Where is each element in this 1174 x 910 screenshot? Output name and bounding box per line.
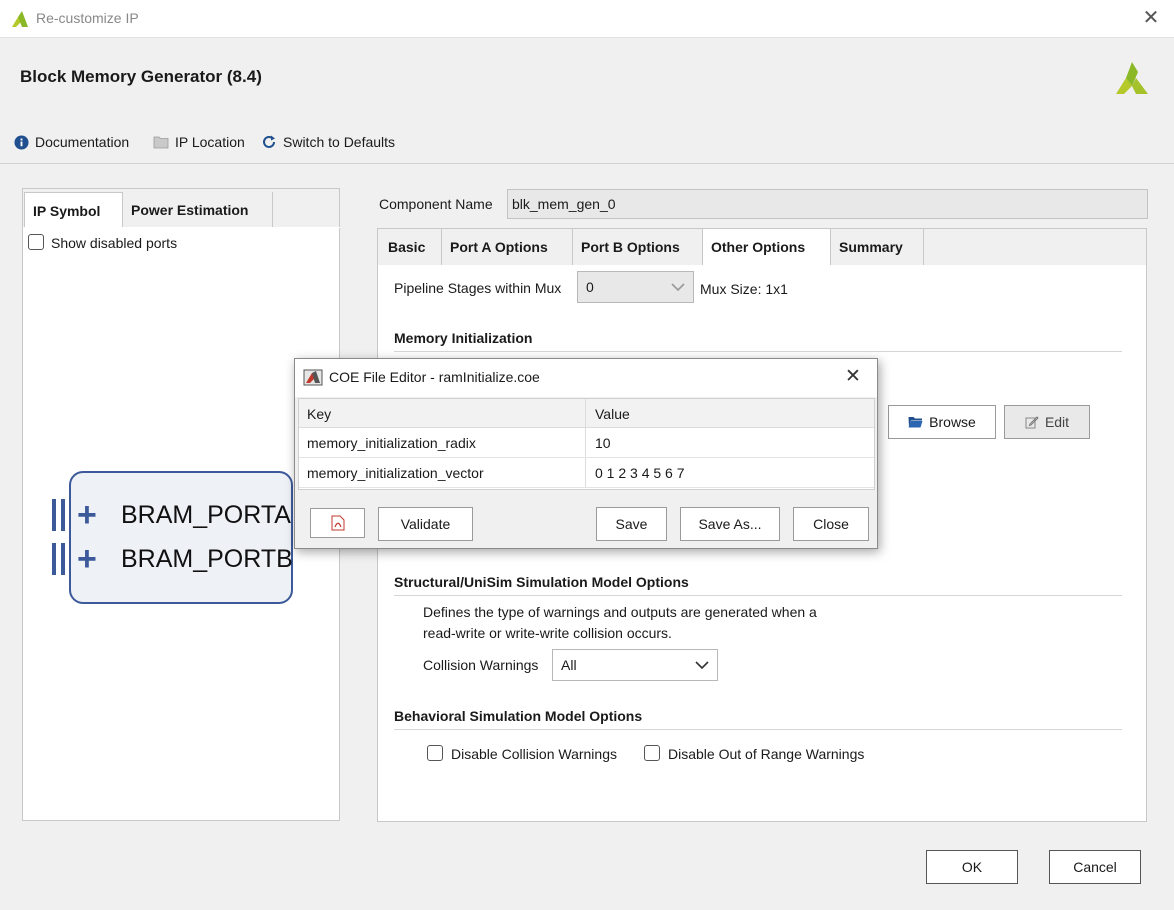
coe-dialog-title: COE File Editor - ramInitialize.coe [329,369,540,385]
coe-row-key: memory_initialization_radix [307,435,476,451]
tab-underline [24,227,340,228]
header-divider [0,163,1174,164]
coe-table-header [299,399,874,428]
documentation-label: Documentation [35,134,130,150]
structural-options-title: Structural/UniSim Simulation Model Optio… [394,574,689,590]
component-name-label: Component Name [379,196,493,212]
chevron-down-icon [695,661,709,669]
structural-desc-line2: read-write or write-write collision occu… [423,625,672,641]
save-as-button[interactable]: Save As... [680,507,780,541]
coe-header-key: Key [307,406,332,422]
pipeline-stages-select[interactable]: 0 [577,271,694,303]
port-a-bar-left [52,499,56,531]
pdf-help-button[interactable] [310,508,365,538]
disable-collision-warnings-checkbox[interactable] [427,745,443,761]
info-icon [14,134,29,150]
documentation-button[interactable]: Documentation [14,132,129,152]
tab-basic[interactable]: Basic [380,229,442,265]
show-disabled-ports-label: Show disabled ports [51,235,178,251]
structural-desc-line1: Defines the type of warnings and outputs… [423,604,817,620]
folder-icon [153,136,169,149]
component-name-input[interactable]: blk_mem_gen_0 [507,189,1148,219]
collision-warnings-select[interactable]: All [552,649,718,681]
close-button[interactable]: Close [793,507,869,541]
port-b-bar-left [52,543,56,575]
coe-row-value[interactable]: 10 [595,435,611,451]
window-titlebar: Re-customize IP ✕ [0,0,1174,38]
pipeline-stages-label: Pipeline Stages within Mux [394,280,562,296]
ok-button[interactable]: OK [926,850,1018,884]
coe-editor-app-icon [303,369,323,386]
tab-port-b-options[interactable]: Port B Options [573,229,703,265]
behavioral-options-rule [394,729,1122,730]
ip-location-button[interactable]: IP Location [153,132,245,152]
disable-collision-warnings-label: Disable Collision Warnings [451,746,617,762]
port-b-bar-right [61,543,65,575]
page-title: Block Memory Generator (8.4) [20,67,262,86]
refresh-icon [263,135,275,148]
disable-out-of-range-checkbox[interactable] [644,745,660,761]
edit-label: Edit [1044,414,1070,430]
switch-to-defaults-button[interactable]: Switch to Defaults [261,132,395,152]
disable-out-of-range-label: Disable Out of Range Warnings [668,746,865,762]
pipeline-stages-value: 0 [586,279,594,295]
port-a-expand-icon[interactable]: + [77,498,97,532]
ip-location-label: IP Location [175,134,245,150]
browse-button[interactable]: Browse [888,405,996,439]
tab-ip-symbol[interactable]: IP Symbol [24,192,123,228]
tab-summary[interactable]: Summary [830,229,924,265]
brand-logo-icon [1116,62,1148,94]
window-close-icon[interactable]: ✕ [1140,6,1162,30]
memory-init-rule [394,351,1122,352]
browse-label: Browse [929,414,976,430]
cancel-button[interactable]: Cancel [1049,850,1141,884]
port-b-label: BRAM_PORTB [121,545,293,573]
xilinx-logo-icon [12,11,28,27]
validate-button[interactable]: Validate [378,507,473,541]
tab-power-estimation[interactable]: Power Estimation [123,192,273,228]
folder-open-icon [908,417,923,428]
coe-row-key: memory_initialization_vector [307,465,484,481]
save-button[interactable]: Save [596,507,667,541]
port-b-expand-icon[interactable]: + [77,542,97,576]
pdf-icon [331,515,344,531]
show-disabled-ports-checkbox[interactable] [28,234,44,250]
memory-init-title: Memory Initialization [394,330,533,346]
behavioral-options-title: Behavioral Simulation Model Options [394,708,643,724]
mux-size-text: Mux Size: 1x1 [700,281,788,297]
ip-symbol-block [69,471,293,604]
structural-options-rule [394,595,1122,596]
collision-warnings-label: Collision Warnings [423,657,539,673]
port-a-label: BRAM_PORTA [121,501,291,529]
switch-to-defaults-label: Switch to Defaults [283,134,396,150]
tab-port-a-options[interactable]: Port A Options [442,229,573,265]
port-a-bar-right [61,499,65,531]
window-title: Re-customize IP [36,10,139,26]
coe-row-value[interactable]: 0 1 2 3 4 5 6 7 [595,465,685,481]
chevron-down-icon [671,283,685,291]
edit-button[interactable]: Edit [1004,405,1090,439]
coe-dialog-close-icon[interactable]: ✕ [845,365,861,388]
tab-other-options[interactable]: Other Options [703,229,830,265]
collision-warnings-value: All [561,657,577,673]
coe-header-value: Value [595,406,630,422]
edit-pencil-icon [1025,416,1039,429]
